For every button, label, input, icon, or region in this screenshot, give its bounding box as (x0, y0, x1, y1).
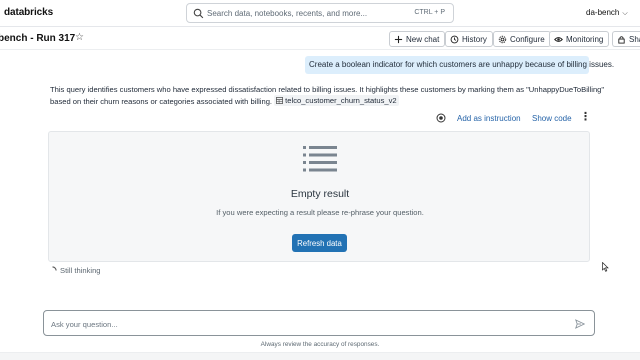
response-text-line1: This query identifies customers who have… (50, 85, 605, 94)
workspace-switcher[interactable]: da-bench ⌵ (586, 8, 628, 18)
response-text-line2: based on their churn reasons or categori… (50, 97, 273, 106)
share-button[interactable]: Sha (612, 31, 640, 47)
star-icon[interactable]: ☆ (75, 32, 84, 43)
monitoring-button[interactable]: Monitoring (549, 31, 610, 47)
table-icon (276, 97, 284, 104)
ask-question-input[interactable]: Ask your question... (43, 310, 595, 336)
search-icon (193, 8, 204, 19)
history-icon (450, 35, 459, 43)
new-chat-label: New chat (406, 34, 440, 44)
user-message-bubble: Create a boolean indicator for which cus… (305, 56, 614, 74)
title-bar: bench - Run 317 ☆ New chat History Confi… (0, 28, 640, 50)
history-button[interactable]: History (445, 31, 493, 47)
lock-icon (618, 35, 625, 44)
thinking-status-label: Still thinking (60, 266, 101, 275)
refresh-data-button[interactable]: Refresh data (292, 234, 347, 252)
table-reference-label: telco_customer_churn_status_v2 (285, 96, 397, 105)
list-icon (303, 146, 337, 172)
new-chat-button[interactable]: New chat (389, 31, 446, 47)
search-placeholder: Search data, notebooks, recents, and mor… (207, 9, 368, 18)
table-reference-chip[interactable]: telco_customer_churn_status_v2 (274, 95, 399, 106)
share-label: Sha (629, 34, 640, 44)
history-label: History (462, 34, 487, 44)
workspace-name: da-bench (586, 8, 620, 17)
thinking-status: Still thinking (48, 266, 101, 275)
add-as-instruction-link[interactable]: Add as instruction (457, 114, 521, 123)
empty-result-title: Empty result (290, 188, 350, 200)
empty-result-subtitle: If you were expecting a result please re… (216, 208, 424, 217)
spinner-icon (52, 266, 57, 271)
global-search[interactable]: Search data, notebooks, recents, and mor… (186, 3, 454, 23)
plus-icon (394, 35, 403, 43)
chevron-down-icon: ⌵ (622, 10, 628, 17)
ask-question-placeholder: Ask your question... (51, 320, 118, 329)
top-bar: databricks Search data, notebooks, recen… (0, 0, 640, 27)
result-panel: Empty result If you were expecting a res… (48, 131, 590, 262)
eye-icon (554, 36, 563, 42)
configure-label: Configure (510, 34, 545, 44)
page-title: bench - Run 317 (0, 33, 76, 44)
search-shortcut: CTRL + P (414, 9, 445, 16)
show-code-link[interactable]: Show code (532, 114, 572, 123)
response-description: This query identifies customers who have… (50, 84, 610, 107)
accuracy-disclaimer: Always review the accuracy of responses. (260, 341, 380, 348)
monitoring-label: Monitoring (566, 34, 604, 44)
more-options-icon[interactable]: ⋮ (580, 110, 591, 123)
gear-icon (498, 35, 507, 43)
instruction-target-icon[interactable] (436, 113, 446, 123)
databricks-logo[interactable]: databricks (4, 7, 53, 18)
configure-button[interactable]: Configure (493, 31, 551, 47)
mouse-cursor-icon (602, 262, 609, 272)
send-icon[interactable] (575, 319, 585, 329)
bottom-strip (0, 352, 640, 360)
